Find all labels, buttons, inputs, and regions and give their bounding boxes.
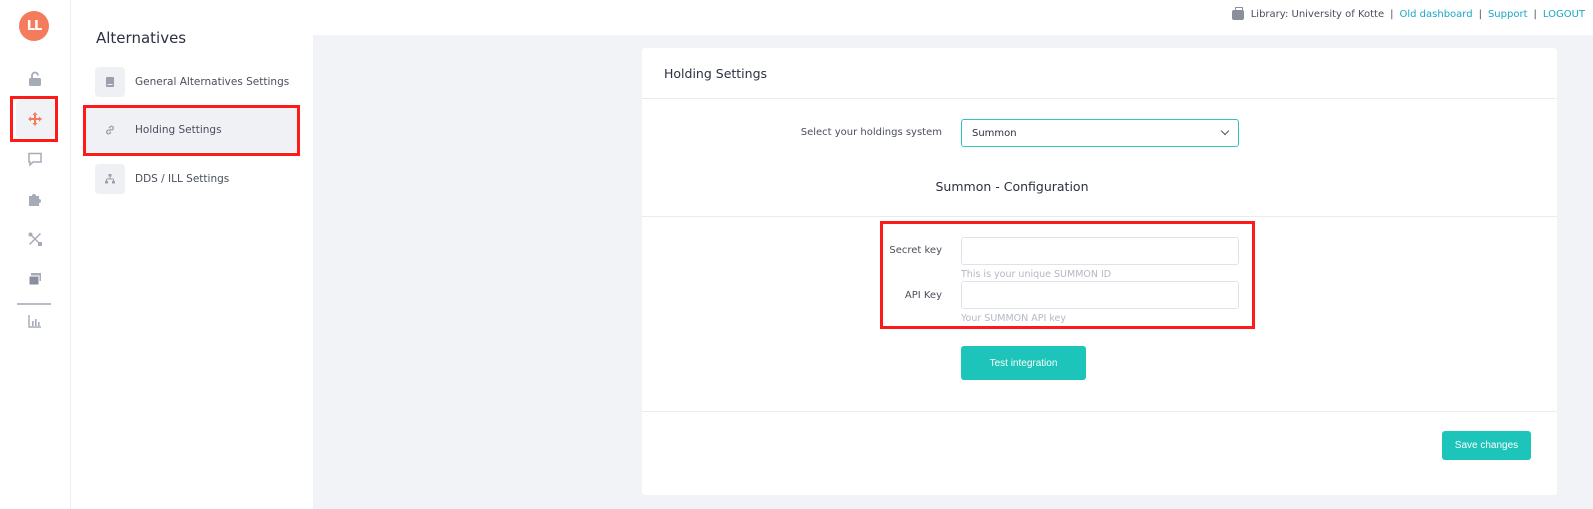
windows-icon	[28, 273, 41, 286]
rail-item-tools[interactable]	[16, 220, 54, 258]
top-bar: Library: University of Kotte | Old dashb…	[1231, 6, 1585, 20]
highlight-config-fields	[880, 221, 1255, 329]
sidebar-title: Alternatives	[96, 29, 187, 47]
separator: |	[1390, 9, 1394, 20]
logo-text: LL	[26, 18, 43, 34]
network-icon	[105, 174, 115, 184]
sidebar-item-label: General Alternatives Settings	[135, 76, 290, 88]
rail-item-statistics[interactable]	[16, 302, 54, 340]
test-integration-button[interactable]: Test integration	[961, 346, 1086, 380]
divider	[642, 216, 1557, 217]
holdings-system-value: Summon	[972, 127, 1017, 139]
icon-rail: LL	[0, 0, 71, 509]
separator: |	[1478, 9, 1482, 20]
section-title: Summon - Configuration	[935, 179, 1089, 194]
book-icon	[106, 77, 114, 87]
library-name: Library: University of Kotte	[1250, 9, 1385, 20]
support-link[interactable]: Support	[1488, 9, 1528, 20]
chat-icon	[28, 152, 42, 167]
logout-link[interactable]: LOGOUT	[1543, 9, 1585, 20]
bar-chart-icon	[28, 315, 41, 328]
side-icon-box	[95, 164, 125, 194]
rail-item-windows[interactable]	[16, 260, 54, 298]
chevron-down-icon	[1220, 126, 1230, 136]
divider	[642, 411, 1557, 412]
sidebar-item-general-alternatives[interactable]: General Alternatives Settings	[84, 60, 299, 104]
alternatives-sidebar: Alternatives General Alternatives Settin…	[72, 0, 313, 509]
unlock-icon	[29, 71, 41, 86]
puzzle-icon	[29, 194, 41, 206]
rail-item-integrations[interactable]	[16, 180, 54, 218]
tools-icon	[28, 232, 42, 246]
highlight-rail-item	[10, 96, 58, 142]
briefcase-icon	[1231, 6, 1244, 20]
side-icon-box	[95, 67, 125, 97]
highlight-sidebar-item	[83, 105, 300, 156]
rail-item-messages[interactable]	[16, 140, 54, 178]
old-dashboard-link[interactable]: Old dashboard	[1400, 9, 1473, 20]
holdings-system-label: Select your holdings system	[800, 127, 942, 138]
card-title: Holding Settings	[664, 66, 768, 81]
save-changes-button[interactable]: Save changes	[1442, 431, 1531, 460]
rail-item-unlock[interactable]	[16, 60, 54, 98]
sidebar-item-label: DDS / ILL Settings	[135, 173, 230, 185]
separator: |	[1533, 9, 1537, 20]
sidebar-item-dds-ill[interactable]: DDS / ILL Settings	[84, 157, 299, 201]
divider	[642, 98, 1557, 99]
app-logo[interactable]: LL	[19, 11, 49, 41]
holdings-system-select[interactable]: Summon	[961, 119, 1239, 147]
